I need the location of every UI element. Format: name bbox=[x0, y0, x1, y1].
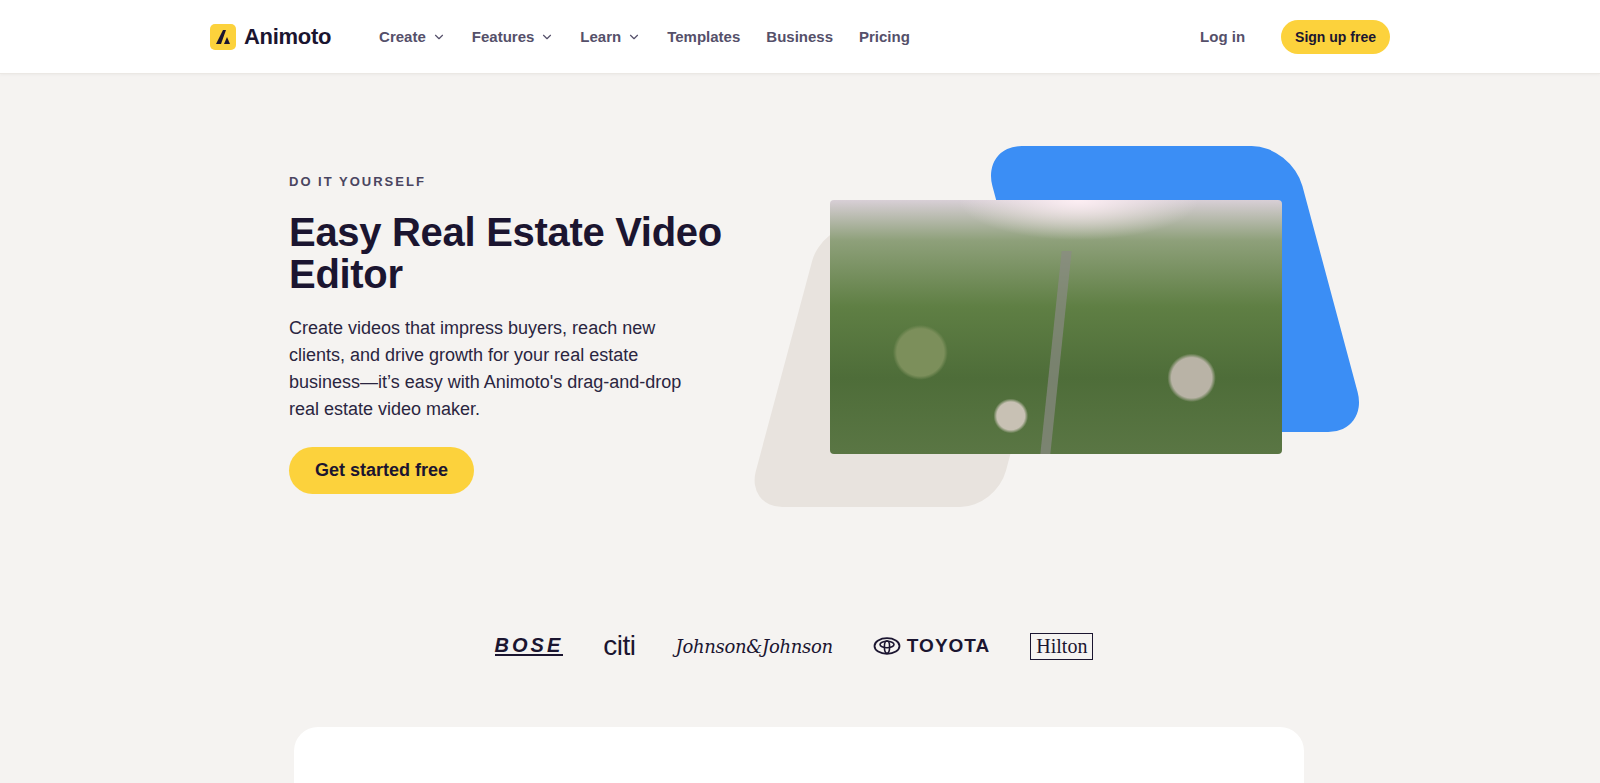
nav-item[interactable]: Features bbox=[472, 28, 555, 45]
main-nav: Create Features Learn Templates Business Pric… bbox=[379, 28, 910, 45]
toyota-emblem-icon bbox=[873, 637, 901, 655]
brand-logo: citi bbox=[603, 630, 635, 662]
nav-item[interactable]: Business bbox=[766, 28, 833, 45]
content-card bbox=[294, 727, 1304, 783]
cta-button[interactable]: Get started free bbox=[289, 447, 474, 494]
logo[interactable]: Animoto bbox=[210, 24, 331, 50]
hero: DO IT YOURSELF Easy Real Estate Video Edi… bbox=[0, 74, 1600, 508]
brand-logo: Hilton bbox=[1030, 633, 1093, 660]
nav-item[interactable]: Learn bbox=[580, 28, 641, 45]
chevron-down-icon bbox=[627, 30, 641, 44]
nav-item[interactable]: Templates bbox=[667, 28, 740, 45]
brand-logo: TOYOTA bbox=[873, 635, 990, 657]
signup-button[interactable]: Sign up free bbox=[1281, 20, 1390, 54]
logo-text: Animoto bbox=[244, 24, 331, 50]
nav-item[interactable]: Pricing bbox=[859, 28, 910, 45]
street bbox=[1040, 251, 1071, 454]
hero-description: Create videos that impress buyers, reach… bbox=[289, 315, 684, 423]
listing-video-preview[interactable] bbox=[830, 200, 1282, 454]
site-header: Animoto Create Features Learn Templates Busin… bbox=[0, 0, 1600, 74]
chevron-down-icon bbox=[540, 30, 554, 44]
chevron-down-icon bbox=[432, 30, 446, 44]
animoto-logo-icon bbox=[210, 24, 236, 50]
page: Animoto Create Features Learn Templates Busin… bbox=[0, 0, 1600, 783]
header-actions: Log in Sign up free bbox=[1200, 20, 1390, 54]
header-inner: Animoto Create Features Learn Templates Busin… bbox=[210, 20, 1390, 54]
brand-logos: BOSE citi Johnson&Johnson TOYOTA Hilton bbox=[0, 626, 1594, 666]
hero-text: DO IT YOURSELF Easy Real Estate Video Edi… bbox=[289, 174, 739, 494]
brand-logo: Johnson&Johnson bbox=[676, 636, 833, 657]
hero-visual bbox=[746, 146, 1366, 508]
nav-item[interactable]: Create bbox=[379, 28, 446, 45]
brand-logo: BOSE bbox=[495, 636, 564, 656]
eyebrow: DO IT YOURSELF bbox=[289, 174, 739, 189]
login-link[interactable]: Log in bbox=[1200, 28, 1245, 45]
hero-title: Easy Real Estate Video Editor bbox=[289, 211, 739, 295]
